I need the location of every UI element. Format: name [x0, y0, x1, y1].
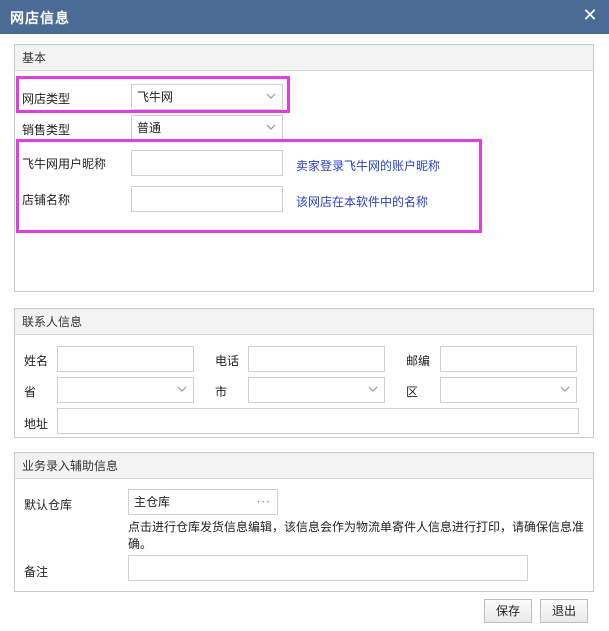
nickname-hint: 卖家登录飞牛网的账户昵称 [296, 159, 441, 173]
shop-type-select[interactable]: 飞牛网 [131, 84, 283, 110]
name-label: 姓名 [24, 354, 49, 368]
sales-type-value: 普通 [137, 121, 162, 135]
district-label: 区 [406, 385, 419, 399]
city-label: 市 [215, 385, 228, 399]
nickname-input[interactable] [131, 150, 283, 176]
chevron-down-icon [368, 386, 378, 392]
title-bar: 网店信息 ✕ [0, 0, 609, 34]
phone-input[interactable] [248, 346, 385, 372]
business-header: 业务录入辅助信息 [15, 453, 593, 479]
warehouse-picker[interactable]: 主仓库 ··· [128, 489, 278, 515]
province-select[interactable] [57, 377, 194, 403]
warehouse-label: 默认仓库 [24, 498, 73, 512]
warehouse-note-line2: 确。 [128, 537, 153, 551]
nickname-label: 飞牛网用户昵称 [22, 157, 107, 171]
address-label: 地址 [24, 417, 49, 431]
phone-label: 电话 [215, 354, 240, 368]
window-title: 网店信息 [10, 11, 70, 27]
postcode-input[interactable] [440, 346, 577, 372]
postcode-label: 邮编 [406, 354, 431, 368]
shop-name-hint: 该网店在本软件中的名称 [296, 195, 429, 209]
warehouse-value: 主仓库 [134, 495, 171, 509]
basic-header: 基本 [15, 45, 593, 71]
province-label: 省 [24, 385, 37, 399]
shop-type-value: 飞牛网 [137, 90, 174, 104]
contact-header: 联系人信息 [15, 309, 593, 335]
city-select[interactable] [248, 377, 385, 403]
sales-type-label: 销售类型 [22, 123, 71, 137]
sales-type-select[interactable]: 普通 [131, 115, 283, 141]
warehouse-note: 点击进行仓库发货信息编辑，该信息会作为物流单寄件人信息进行打印，请确保信息准 确… [128, 519, 598, 553]
shop-name-input[interactable] [131, 186, 283, 212]
exit-button[interactable]: 退出 [540, 599, 588, 623]
remark-input[interactable] [128, 555, 528, 581]
chevron-down-icon [266, 124, 276, 130]
name-input[interactable] [57, 346, 194, 372]
chevron-down-icon [266, 93, 276, 99]
save-button[interactable]: 保存 [484, 599, 532, 623]
address-input[interactable] [57, 408, 579, 434]
shop-type-label: 网店类型 [22, 92, 71, 106]
shop-name-label: 店铺名称 [22, 193, 71, 207]
close-icon[interactable]: ✕ [579, 5, 601, 27]
chevron-down-icon [560, 386, 570, 392]
more-icon[interactable]: ··· [257, 490, 271, 514]
warehouse-note-line1: 点击进行仓库发货信息编辑，该信息会作为物流单寄件人信息进行打印，请确保信息准 [128, 520, 585, 534]
district-select[interactable] [440, 377, 577, 403]
remark-label: 备注 [24, 565, 49, 579]
chevron-down-icon [177, 386, 187, 392]
